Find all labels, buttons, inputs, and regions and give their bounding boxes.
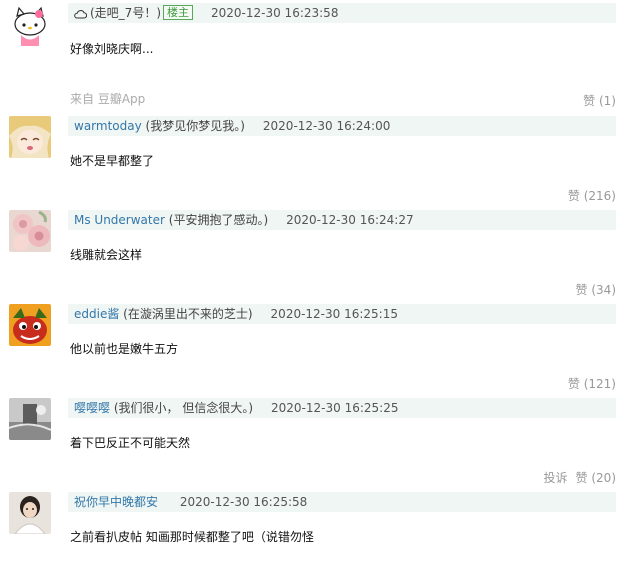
anime-girl-avatar[interactable] [9,116,51,158]
comment-time: 2020-12-30 16:24:27 [286,213,414,227]
username-link[interactable]: 嘤嘤嘤 [74,401,110,415]
user-status: (我梦见你梦见我。) [145,119,245,133]
hello-kitty-avatar[interactable] [9,4,51,46]
comment-text: 他以前也是嫩牛五方 [70,342,179,356]
comment-meta: 嘤嘤嘤 (我们很小， 但信念很大。) 2020-12-30 16:25:25 [68,398,616,418]
person-photo-avatar[interactable] [9,492,51,534]
like-button[interactable]: 赞 (1) [583,92,616,109]
roses-avatar[interactable] [9,210,51,252]
username-link[interactable]: eddie酱 [74,307,119,321]
grey-photo-avatar[interactable] [9,398,51,440]
comment-source: 来自 豆瓣App [70,92,146,106]
comment-actions: 投诉赞 (20) [544,469,616,486]
cloud-icon [74,5,88,25]
comment-meta: Ms Underwater (平安拥抱了感动。) 2020-12-30 16:24… [68,210,616,230]
user-status: (我们很小， 但信念很大。) [113,401,254,415]
comment-time: 2020-12-30 16:24:00 [262,119,391,133]
comment-text: 好像刘晓庆啊... [70,42,154,56]
comment-meta: 祝你早中晚都安 2020-12-30 16:25:58 [68,492,616,512]
username-link[interactable]: 祝你早中晚都安 [74,495,158,509]
op-badge: 楼主 [163,5,193,20]
comment-time: 2020-12-30 16:25:58 [179,495,308,509]
username-link[interactable]: Ms Underwater [74,213,165,227]
username-link[interactable]: warmtoday [74,119,142,133]
user-status: (平安拥抱了感动。) [168,213,269,227]
cartoon-creature-avatar[interactable] [9,304,51,346]
comment-meta: eddie酱 (在漩涡里出不来的芝士) 2020-12-30 16:25:15 [68,304,616,324]
comment-text: 之前看扒皮帖 知画那时候都整了吧（说错勿怪 [70,530,314,544]
comment-time: 2020-12-30 16:25:25 [271,401,399,415]
comment-text: 着下巴反正不可能天然 [70,436,191,450]
comment-meta: warmtoday (我梦见你梦见我。) 2020-12-30 16:24:00 [68,116,616,136]
user-status: (在漩涡里出不来的芝士) [123,307,253,321]
like-button[interactable]: 赞 (121) [568,375,616,392]
comment-time: 2020-12-30 16:25:15 [270,307,398,321]
comment-text: 线雕就会这样 [70,248,143,262]
comment-text: 她不是早都整了 [70,154,155,168]
report-link[interactable]: 投诉 [544,471,568,485]
like-button[interactable]: 赞 (20) [576,471,616,485]
user-status: (走吧_7号！) [90,6,161,20]
comment-time: 2020-12-30 16:23:58 [211,6,339,20]
like-button[interactable]: 赞 (216) [568,187,616,204]
like-button[interactable]: 赞 (34) [576,281,616,298]
comment-meta: (走吧_7号！) 楼主 2020-12-30 16:23:58 [68,3,616,23]
